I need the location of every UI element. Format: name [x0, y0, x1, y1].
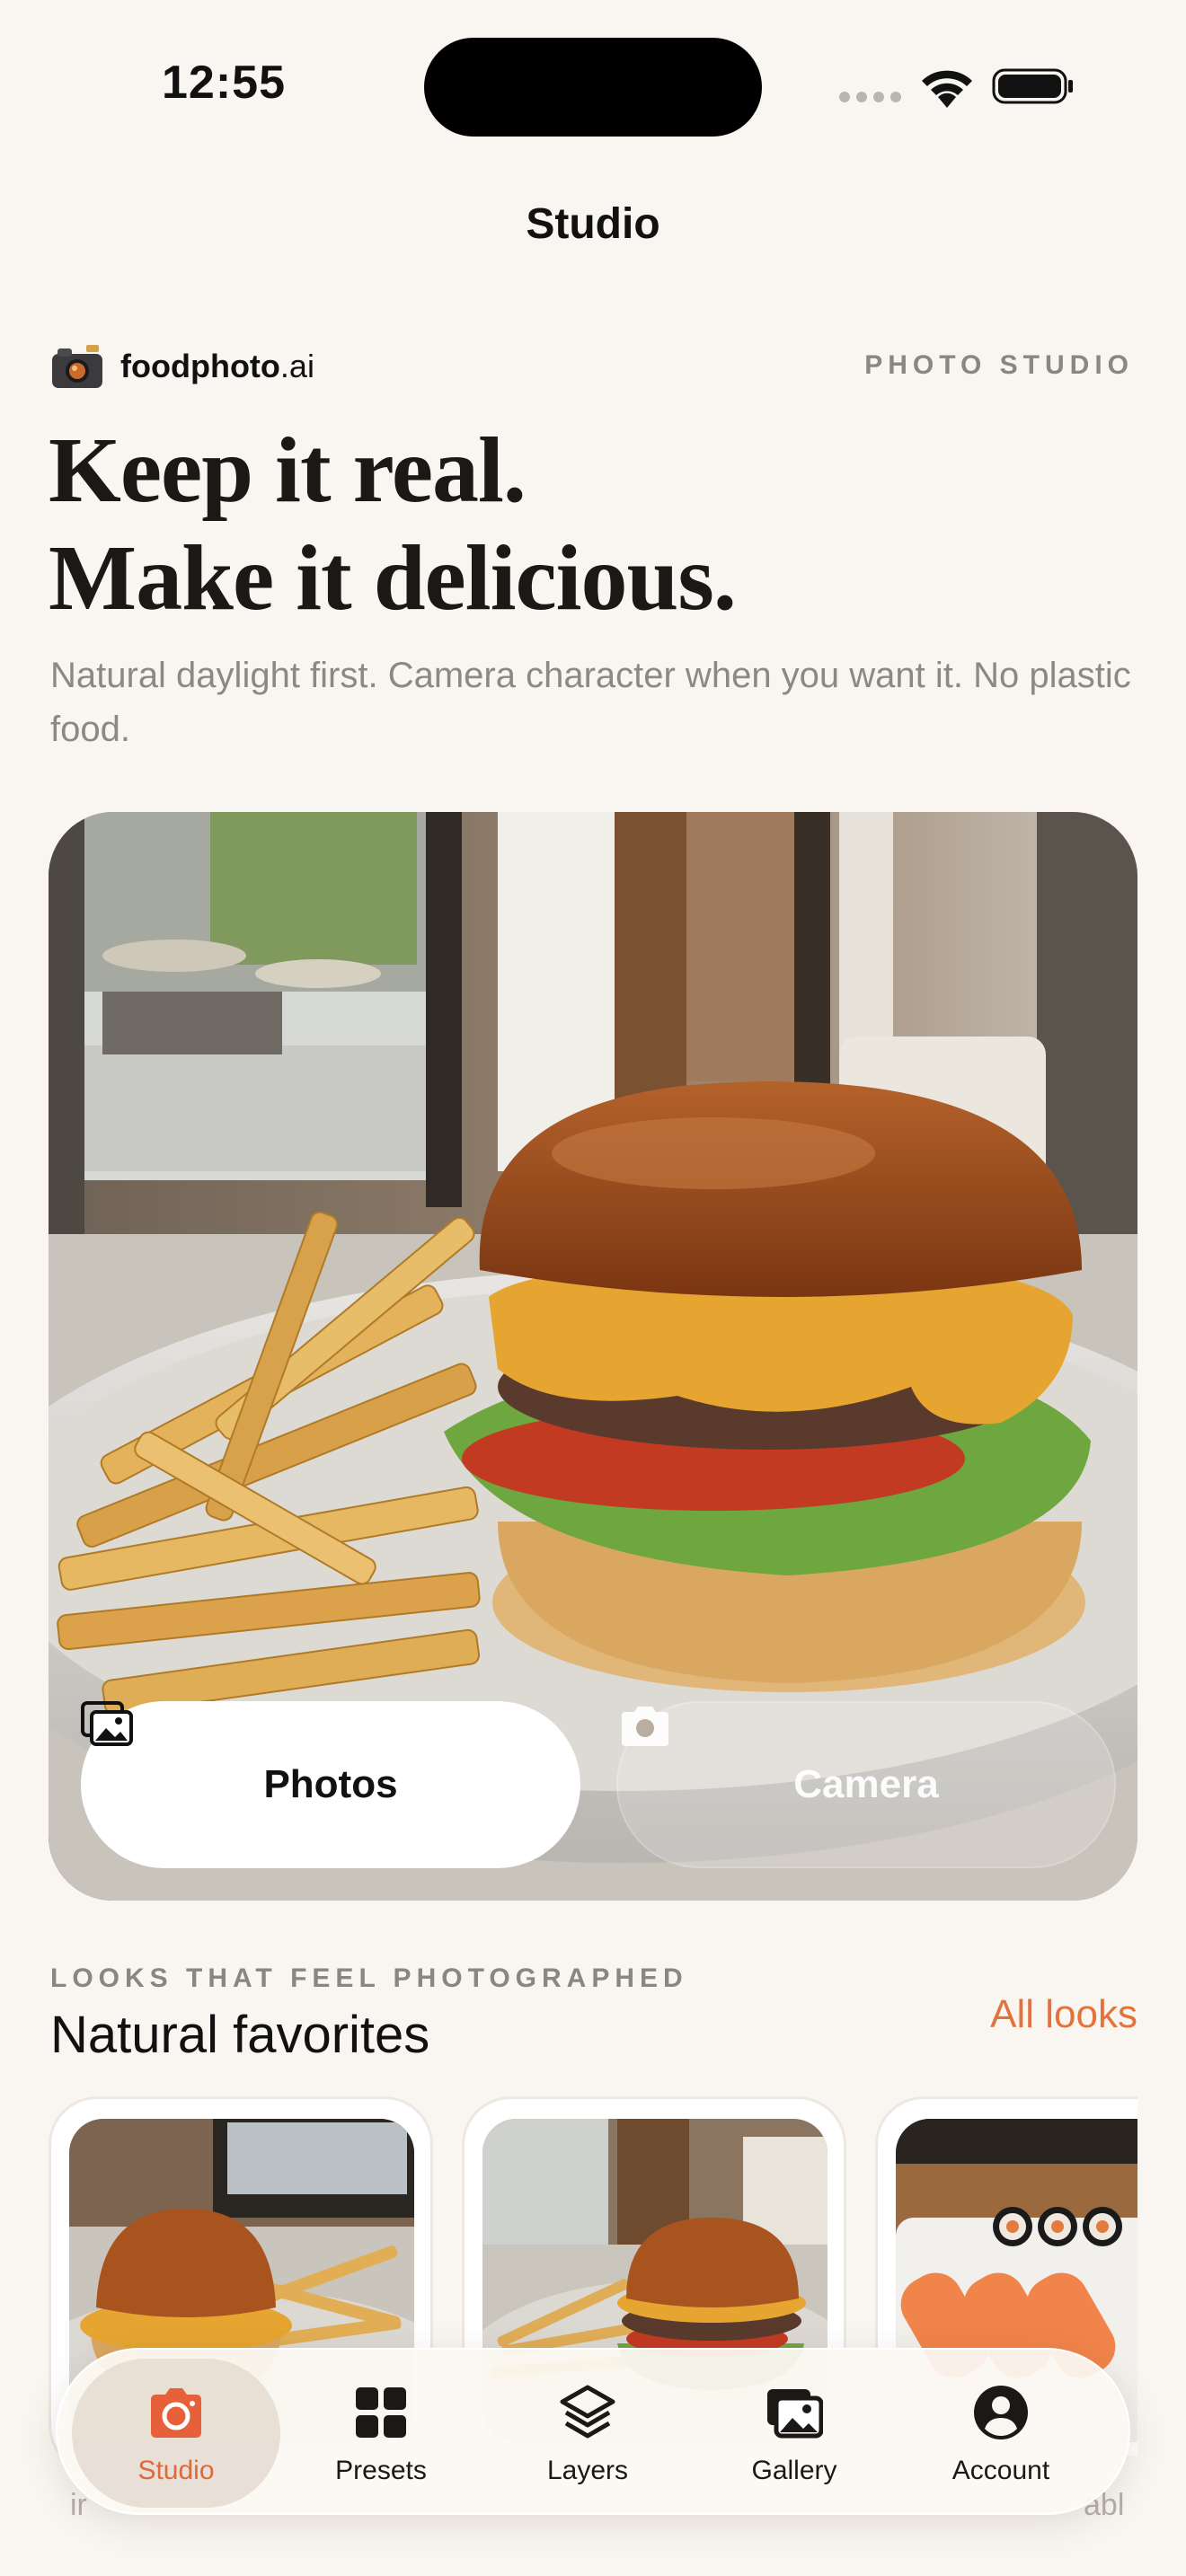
camera-button-label: Camera	[793, 1762, 939, 1806]
brand-logo-icon	[52, 345, 102, 388]
camera-icon	[151, 2388, 201, 2438]
gallery-icon	[767, 2389, 823, 2439]
headline-line-1: Keep it real.	[49, 419, 527, 522]
tab-label: Layers	[546, 2456, 629, 2485]
tab-label: Presets	[335, 2456, 427, 2485]
tab-account[interactable]: Account	[897, 2359, 1105, 2508]
tab-gallery[interactable]: Gallery	[690, 2359, 898, 2508]
looks-kicker: LOOKS THAT FEEL PHOTOGRAPHED	[50, 1963, 688, 1993]
photos-icon	[81, 1701, 133, 1746]
wifi-icon	[922, 70, 972, 108]
tab-label: Account	[951, 2456, 1050, 2485]
grid-icon	[356, 2387, 406, 2438]
status-bar: 12:55	[0, 0, 1186, 171]
camera-icon	[622, 1707, 668, 1746]
status-time: 12:55	[162, 57, 286, 109]
tab-label: Studio	[137, 2456, 215, 2485]
headline-line-2: Make it delicious.	[49, 526, 737, 630]
tab-label: Gallery	[751, 2456, 837, 2485]
camera-button[interactable]: Camera	[616, 1701, 1116, 1868]
photos-button-label: Photos	[263, 1762, 398, 1806]
subtitle: Natural daylight first. Camera character…	[50, 656, 1131, 749]
looks-title: Natural favorites	[50, 2006, 430, 2064]
nav-title: Studio	[526, 200, 660, 248]
tab-presets[interactable]: Presets	[277, 2359, 485, 2508]
tab-layers[interactable]: Layers	[483, 2359, 692, 2508]
account-icon	[974, 2386, 1028, 2439]
tab-bar: Studio Presets Layers Gallery Account	[56, 2348, 1130, 2515]
headline: Keep it real. Make it delicious.	[49, 417, 737, 632]
dynamic-island	[424, 38, 762, 137]
brand-name: foodphoto.ai	[120, 348, 314, 384]
cellular-signal-icon	[839, 92, 902, 102]
photo-studio-kicker: PHOTO STUDIO	[864, 350, 1134, 380]
battery-icon	[992, 68, 1073, 104]
brand: foodphoto.ai	[50, 341, 314, 392]
tab-studio[interactable]: Studio	[72, 2359, 280, 2508]
layers-icon	[560, 2385, 615, 2439]
all-looks-link[interactable]: All looks	[990, 1992, 1137, 2037]
hero-image: Photos Camera	[49, 812, 1137, 1901]
photos-button[interactable]: Photos	[81, 1701, 580, 1868]
